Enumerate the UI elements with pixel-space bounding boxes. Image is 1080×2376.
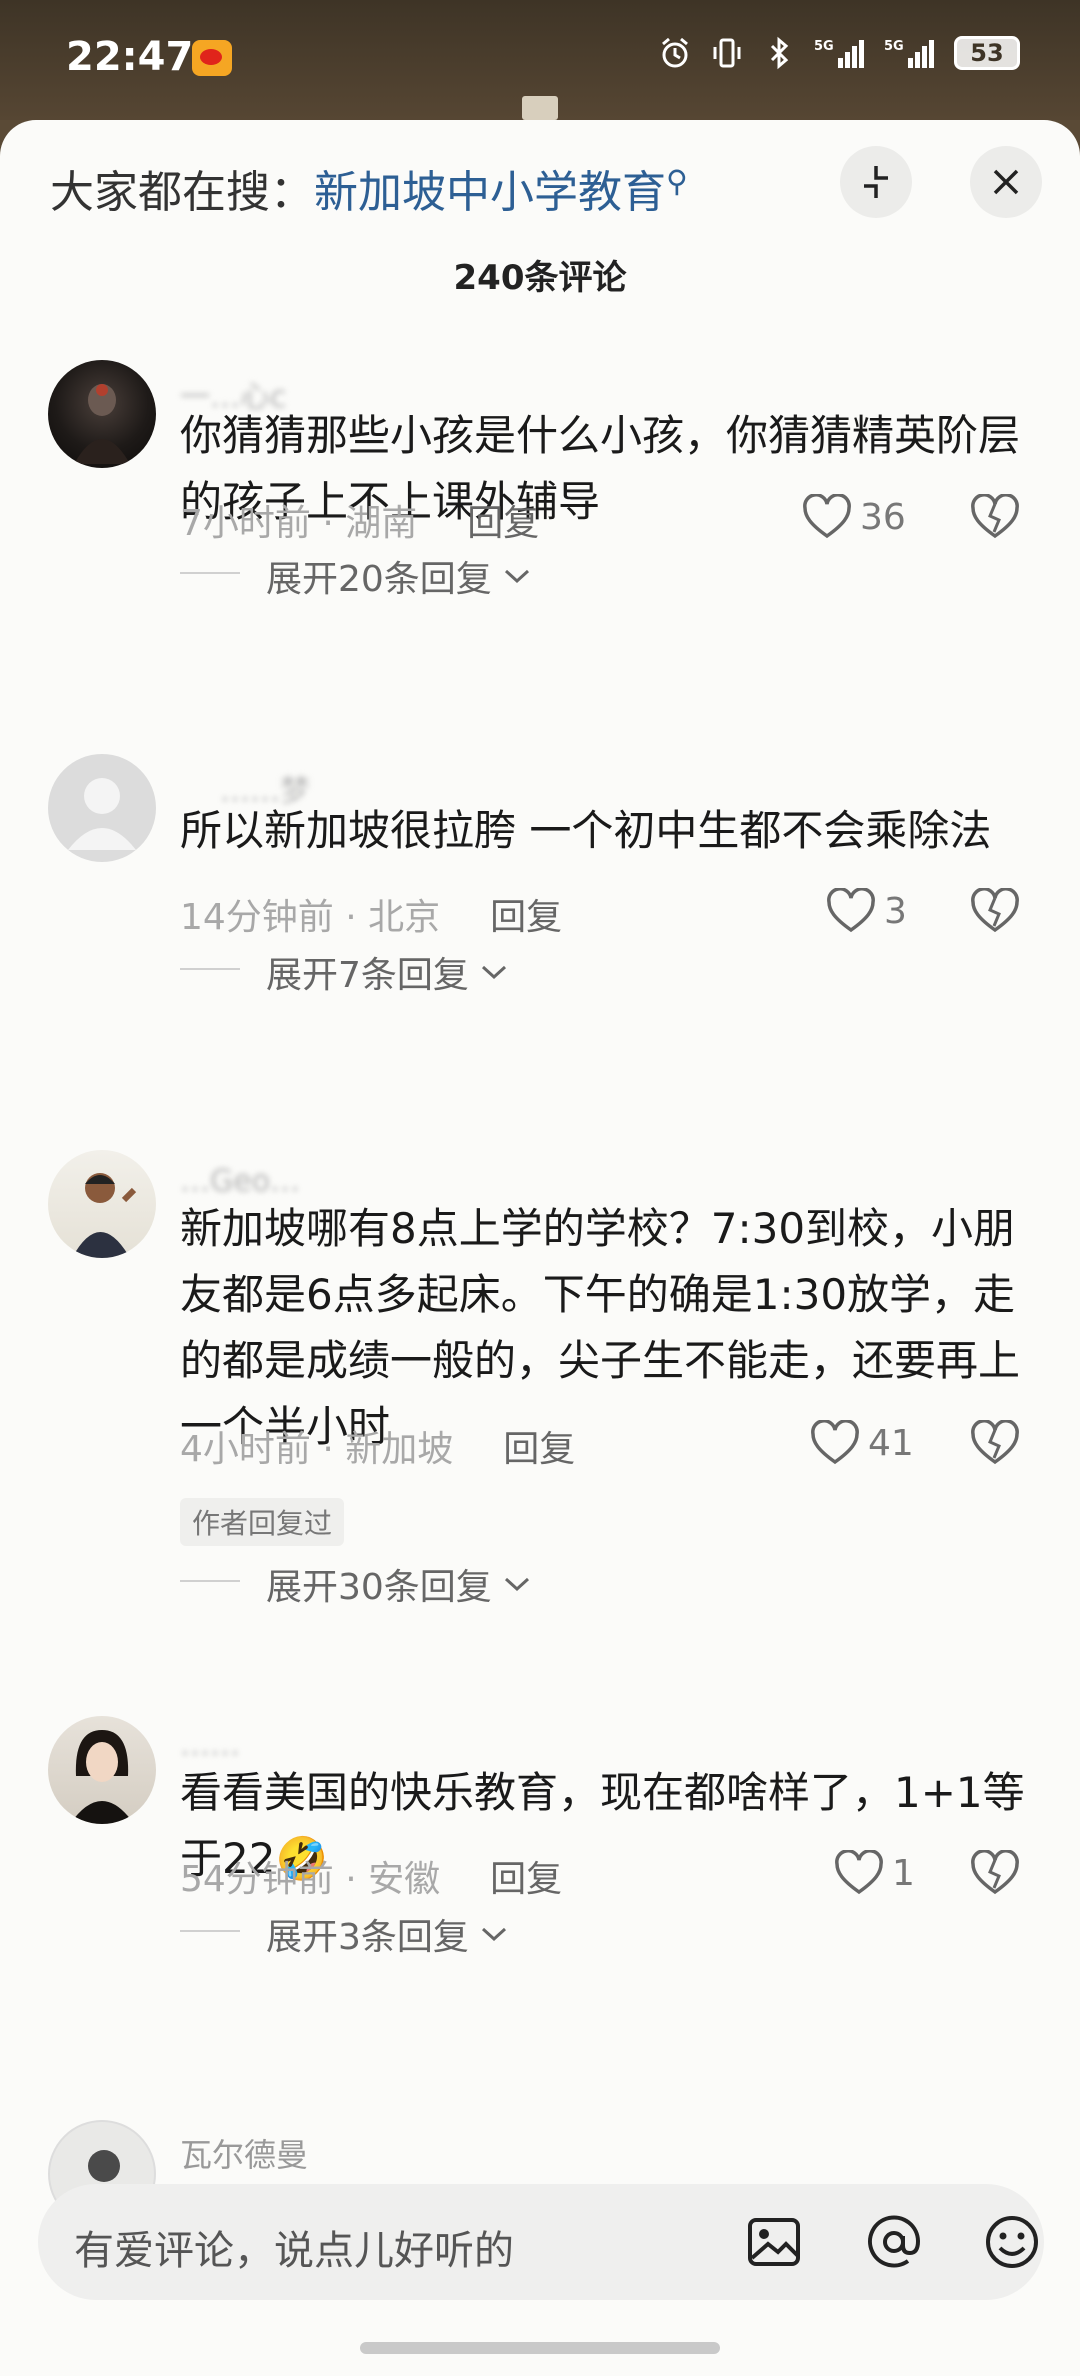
dark-portrait-avatar-icon	[74, 384, 130, 464]
expand-replies-button[interactable]: 展开3条回复	[266, 1908, 509, 1960]
reply-button[interactable]: 回复	[490, 897, 562, 938]
chevron-down-icon	[481, 965, 506, 980]
comment-location: 新加坡	[345, 1429, 454, 1470]
broken-heart-icon[interactable]	[970, 1850, 1020, 1896]
expand-replies-button[interactable]: 展开7条回复	[266, 946, 509, 998]
expand-replies-label: 展开3条回复	[266, 1917, 469, 1958]
comment-count: 240条评论	[453, 258, 627, 298]
status-bar: 22:47 5G 5G 53	[0, 0, 1080, 120]
reply-button[interactable]: 回复	[490, 1859, 562, 1900]
alarm-icon	[662, 37, 688, 68]
signal-5g-icon: 5G	[814, 39, 864, 68]
search-prefix: 大家都在搜：	[50, 167, 314, 218]
status-icons: 5G 5G 53	[658, 36, 1020, 70]
author-replied-badge: 作者回复过	[180, 1498, 345, 1546]
comment-text: 所以新加坡很拉胯 一个初中生都不会乘除法	[180, 806, 992, 855]
comment-meta: 7小时前 · 湖南 回复	[180, 503, 540, 544]
heart-icon	[803, 494, 851, 539]
like-button[interactable]: 36	[802, 494, 906, 540]
chevron-down-icon	[504, 569, 529, 584]
at-icon[interactable]	[864, 2212, 924, 2272]
close-button[interactable]	[970, 146, 1042, 218]
broken-heart-icon[interactable]	[970, 1420, 1020, 1466]
bluetooth-icon	[770, 36, 789, 70]
reply-button[interactable]: 回复	[503, 1429, 575, 1470]
comment-sheet: 大家都在搜：新加坡中小学教育⚲ 240条评论 一…心c 你猜猜那些小孩是什么小孩…	[0, 120, 1080, 2376]
heart-icon	[835, 1850, 883, 1895]
battery-indicator: 53	[954, 36, 1020, 70]
like-count: 3	[884, 890, 907, 932]
expand-replies-label: 展开7条回复	[266, 955, 469, 996]
vibrate-icon	[713, 38, 741, 68]
woman-photo-avatar-icon	[70, 1730, 134, 1824]
expand-replies-label: 展开30条回复	[266, 1567, 492, 1608]
network-label-1: 5G	[814, 39, 834, 54]
collapse-button[interactable]	[840, 146, 912, 218]
like-count: 36	[860, 496, 906, 538]
comment-time: 14分钟前	[180, 897, 334, 938]
user-avatar[interactable]	[48, 360, 156, 468]
chevron-down-icon	[481, 1927, 506, 1942]
close-icon	[993, 169, 1019, 195]
comment-time: 7小时前	[180, 503, 311, 544]
comment-item: …Geo… 新加坡哪有8点上学的学校？7:30到校，小朋友都是6点多起床。下午的…	[0, 1150, 1080, 1670]
child-photo-avatar-icon	[72, 1173, 137, 1258]
comment-meta: 4小时前 · 新加坡 回复	[180, 1429, 576, 1470]
like-button[interactable]: 1	[834, 1850, 915, 1896]
search-suggestion[interactable]: 大家都在搜：新加坡中小学教育⚲	[50, 156, 688, 220]
divider-dash	[180, 572, 240, 574]
divider-dash	[180, 1580, 240, 1582]
like-count: 1	[892, 1852, 915, 1894]
like-button[interactable]: 3	[826, 888, 907, 934]
weibo-icon	[192, 40, 232, 76]
comment-item: …… 看看美国的快乐教育，现在都啥样了，1+1等于22🤣 54分钟前 · 安徽回…	[0, 1716, 1080, 2096]
comment-time: 4小时前	[180, 1429, 311, 1470]
divider-dash	[180, 1930, 240, 1932]
reply-button[interactable]: 回复	[467, 503, 539, 544]
user-avatar[interactable]	[48, 754, 156, 862]
comment-item: ……梦 所以新加坡很拉胯 一个初中生都不会乘除法 14分钟前 · 北京 回复 3 …	[0, 754, 1080, 1134]
comment-input-placeholder[interactable]: 有爱评论，说点儿好听的	[74, 2218, 514, 2276]
status-time: 22:47	[66, 34, 194, 80]
expand-replies-button[interactable]: 展开20条回复	[266, 550, 532, 602]
comment-item: 一…心c 你猜猜那些小孩是什么小孩，你猜猜精英阶层的孩子上不上课外辅导 7小时前…	[0, 358, 1080, 738]
like-button[interactable]: 41	[810, 1420, 914, 1466]
home-indicator	[360, 2342, 720, 2354]
username[interactable]: ……	[180, 1728, 240, 1763]
comment-time: 54分钟前	[180, 1859, 334, 1900]
expand-replies-button[interactable]: 展开30条回复	[266, 1558, 532, 1610]
search-icon: ⚲	[666, 164, 688, 200]
like-count: 41	[868, 1422, 914, 1464]
search-keyword-link[interactable]: 新加坡中小学教育	[314, 167, 666, 218]
collapse-icon	[864, 166, 888, 198]
broken-heart-icon[interactable]	[970, 494, 1020, 540]
network-label-2: 5G	[884, 39, 904, 54]
signal-5g-icon-2: 5G	[884, 39, 934, 68]
emoji-icon[interactable]	[982, 2212, 1042, 2272]
username[interactable]: …Geo…	[180, 1164, 300, 1199]
divider-dash	[180, 968, 240, 970]
broken-heart-icon[interactable]	[970, 888, 1020, 934]
comment-meta: 54分钟前 · 安徽 回复	[180, 1859, 563, 1900]
comment-location: 北京	[368, 897, 441, 938]
heart-icon	[811, 1420, 859, 1465]
user-avatar[interactable]	[48, 1716, 156, 1824]
image-icon[interactable]	[744, 2212, 804, 2272]
expand-replies-label: 展开20条回复	[266, 559, 492, 600]
user-avatar[interactable]	[48, 1150, 156, 1258]
qr-thumbnail	[522, 96, 558, 120]
comment-location: 安徽	[368, 1859, 441, 1900]
comment-input-bar[interactable]: 有爱评论，说点儿好听的	[38, 2184, 1044, 2300]
comment-location: 湖南	[345, 503, 418, 544]
heart-icon	[827, 888, 875, 933]
default-person-avatar-icon	[68, 778, 136, 850]
username[interactable]: 瓦尔德曼	[180, 2130, 308, 2176]
chevron-down-icon	[504, 1577, 529, 1592]
comment-meta: 14分钟前 · 北京 回复	[180, 897, 563, 938]
